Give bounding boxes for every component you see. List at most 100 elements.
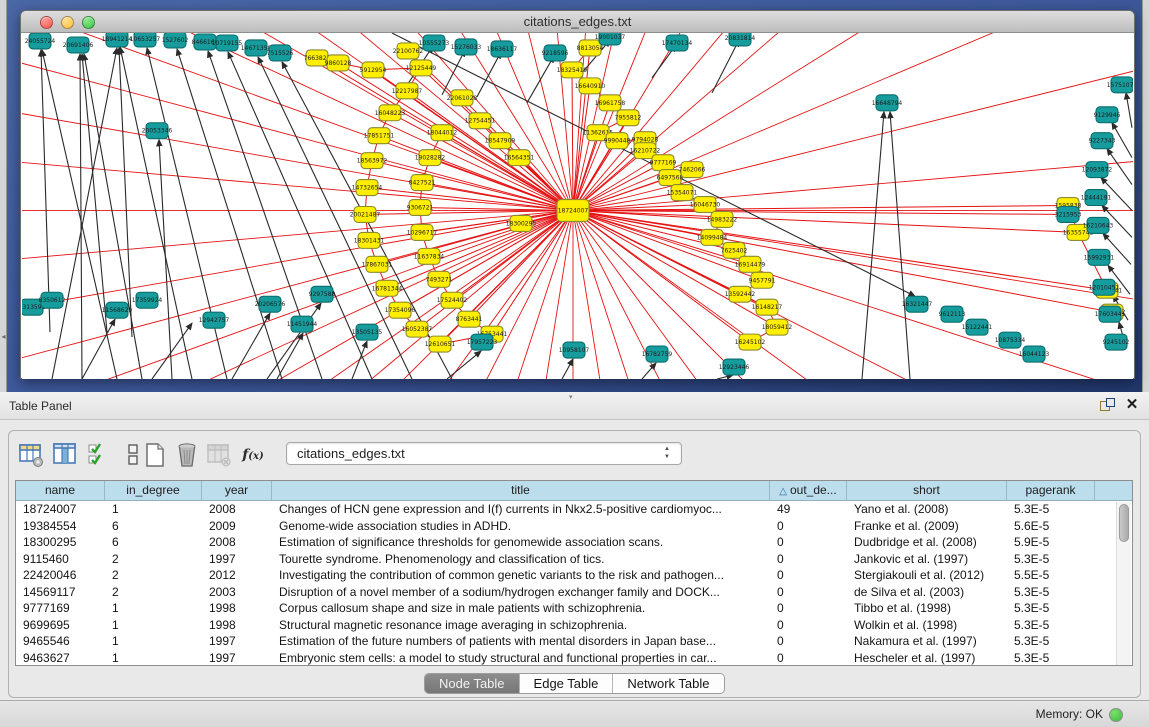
- graph-node[interactable]: 16245102: [735, 334, 766, 350]
- graph-node[interactable]: 9990448: [604, 133, 631, 149]
- graph-node[interactable]: 20206576: [255, 296, 286, 312]
- graph-node[interactable]: 8427521: [409, 175, 436, 191]
- graph-node[interactable]: 12754451: [465, 113, 496, 129]
- graph-node[interactable]: 20691406: [63, 37, 94, 53]
- graph-node[interactable]: 18563972: [357, 153, 388, 169]
- graph-node[interactable]: 16048223: [375, 105, 406, 121]
- graph-node[interactable]: 19028282: [415, 150, 446, 166]
- table-row[interactable]: 1456911722003Disruption of a novel membe…: [16, 584, 1132, 601]
- select-columns-button[interactable]: [85, 441, 113, 469]
- graph-node[interactable]: 9777169: [650, 155, 677, 171]
- graph-node[interactable]: 9457791: [749, 272, 776, 288]
- graph-node[interactable]: 18941214: [102, 33, 133, 47]
- graph-node[interactable]: 15276033: [451, 39, 482, 55]
- graph-node[interactable]: 15354071: [667, 185, 698, 201]
- graph-node[interactable]: 14983222: [707, 211, 738, 227]
- close-panel-icon[interactable]: ✕: [1123, 396, 1141, 414]
- tab-node-table[interactable]: Node Table: [425, 674, 520, 694]
- graph-node[interactable]: 10875334: [995, 332, 1026, 348]
- graph-node[interactable]: 24055724: [25, 33, 56, 49]
- graph-node[interactable]: 12010451: [1089, 279, 1120, 295]
- graph-node[interactable]: 16961758: [595, 95, 626, 111]
- vertical-scrollbar[interactable]: [1116, 502, 1131, 666]
- graph-node[interactable]: 18636117: [487, 41, 518, 57]
- graph-node[interactable]: 16052387: [402, 321, 433, 337]
- function-builder-button[interactable]: f(x): [239, 441, 267, 469]
- graph-node[interactable]: 12923446: [719, 359, 750, 375]
- tab-edge-table[interactable]: Edge Table: [520, 674, 614, 694]
- graph-node[interactable]: 11637834: [414, 248, 445, 264]
- graph-node[interactable]: 17470134: [662, 35, 693, 51]
- graph-node[interactable]: 13505135: [352, 324, 383, 340]
- graph-node[interactable]: 16148217: [752, 299, 783, 315]
- graph-node[interactable]: 11568629: [102, 302, 133, 318]
- graph-node[interactable]: 16046730: [690, 197, 721, 213]
- graph-node[interactable]: 18044012: [427, 125, 458, 141]
- column-header-name[interactable]: name: [16, 481, 105, 501]
- graph-node[interactable]: 9218596: [542, 45, 569, 61]
- tab-network-table[interactable]: Network Table: [613, 674, 723, 694]
- column-header-in_degree[interactable]: in_degree: [105, 481, 202, 501]
- graph-node[interactable]: 22061028: [447, 90, 478, 106]
- graph-node[interactable]: 9860128: [325, 55, 352, 71]
- graph-node[interactable]: 17354096: [385, 302, 416, 318]
- graph-node[interactable]: 19001037: [595, 33, 626, 45]
- graph-node[interactable]: 16640910: [575, 78, 606, 94]
- graph-node[interactable]: 10653257: [130, 33, 161, 47]
- graph-node[interactable]: 15122441: [962, 319, 993, 335]
- graph-node[interactable]: 1527602: [162, 33, 189, 48]
- graph-node[interactable]: 10958107: [559, 342, 590, 358]
- graph-node[interactable]: 20831814: [725, 33, 756, 46]
- graph-node[interactable]: 7462066: [679, 162, 706, 178]
- graph-node[interactable]: 8763441: [456, 311, 483, 327]
- new-document-button[interactable]: [141, 441, 169, 469]
- graph-node[interactable]: 9245102: [1103, 334, 1130, 350]
- graph-node[interactable]: 16321447: [902, 296, 933, 312]
- column-header-short[interactable]: short: [847, 481, 1007, 501]
- graph-node[interactable]: 18059412: [762, 319, 793, 335]
- window-titlebar[interactable]: citations_edges.txt: [21, 11, 1134, 33]
- table-row[interactable]: 946362711997Embryonic stem cells: a mode…: [16, 650, 1132, 667]
- graph-node[interactable]: 11451944: [287, 316, 318, 332]
- graph-node[interactable]: 18301431: [354, 232, 385, 248]
- collapse-handle-icon[interactable]: ◂: [0, 330, 7, 344]
- graph-node[interactable]: 7493271: [426, 271, 453, 287]
- scrollbar-thumb[interactable]: [1119, 504, 1129, 542]
- table-row[interactable]: 2242004622012Investigating the contribut…: [16, 567, 1132, 584]
- graph-node[interactable]: 18325419: [557, 62, 588, 78]
- graph-node[interactable]: 14099484: [697, 229, 728, 245]
- graph-node[interactable]: 12217987: [392, 83, 423, 99]
- graph-node[interactable]: 16782759: [642, 346, 673, 362]
- table-settings-button[interactable]: [17, 441, 45, 469]
- graph-node[interactable]: 9227343: [1089, 133, 1116, 149]
- graph-node[interactable]: 18547909: [485, 133, 516, 149]
- memory-status-icon[interactable]: [1109, 708, 1123, 722]
- graph-node[interactable]: 17359924: [132, 292, 163, 308]
- graph-node[interactable]: 15751074: [1107, 77, 1133, 93]
- graph-node[interactable]: 7515526: [267, 45, 294, 61]
- splitter-grip-icon[interactable]: ▾: [569, 393, 573, 401]
- graph-node[interactable]: 14732654: [352, 180, 383, 196]
- graph-node[interactable]: 16781344: [372, 280, 403, 296]
- graph-node[interactable]: 9129946: [1094, 107, 1121, 123]
- column-header-year[interactable]: year: [202, 481, 272, 501]
- graph-node[interactable]: 8350612: [39, 292, 66, 308]
- column-header-title[interactable]: title: [272, 481, 770, 501]
- table-row[interactable]: 977716911998Corpus callosum shape and si…: [16, 600, 1132, 617]
- column-header-pagerank[interactable]: pagerank: [1007, 481, 1095, 501]
- graph-node[interactable]: 16044123: [1019, 346, 1050, 362]
- graph-node[interactable]: 12942757: [199, 312, 230, 328]
- graph-node[interactable]: 20021487: [350, 206, 381, 222]
- graph-node[interactable]: 18724007: [557, 200, 589, 222]
- graph-node[interactable]: 18300295: [506, 215, 537, 231]
- graph-node[interactable]: 17957223: [467, 334, 498, 350]
- graph-node[interactable]: 12444191: [1081, 190, 1112, 206]
- table-row[interactable]: 1938455462009Genome-wide association stu…: [16, 518, 1132, 535]
- graph-node[interactable]: 15992931: [1084, 249, 1115, 265]
- table-row[interactable]: 946554611997Estimation of the future num…: [16, 633, 1132, 650]
- graph-node[interactable]: 12125449: [406, 60, 437, 76]
- network-canvas[interactable]: 7663822986012859129541212544912217987160…: [22, 33, 1133, 379]
- column-header-out_de[interactable]: △out_de...: [770, 481, 847, 501]
- graph-node[interactable]: 20053346: [142, 123, 173, 139]
- graph-node[interactable]: 9306721: [407, 200, 434, 216]
